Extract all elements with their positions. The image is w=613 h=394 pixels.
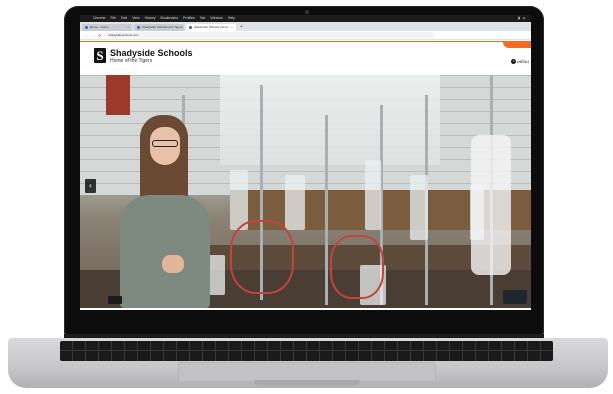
slider-prev-button[interactable]: ‹ xyxy=(85,179,96,193)
glasses xyxy=(152,140,178,147)
menu-help[interactable]: Help xyxy=(228,15,235,22)
menu-history[interactable]: History xyxy=(145,15,156,22)
url-input[interactable]: shadysideschools.com xyxy=(104,32,435,38)
menu-label: MENU xyxy=(517,59,529,64)
menu-bookmarks[interactable]: Bookmarks xyxy=(161,15,179,22)
new-tab-button[interactable]: + xyxy=(238,24,245,31)
menu-tab[interactable]: Tab xyxy=(200,15,206,22)
school-name[interactable]: Shadyside Schools xyxy=(110,48,193,58)
hero-slider: ‹ xyxy=(80,75,531,308)
hamburger-icon: ≡ xyxy=(511,59,517,64)
menu-profiles[interactable]: Profiles xyxy=(183,15,195,22)
lab-flask xyxy=(230,170,248,230)
screen: Chrome File Edit View History Bookmarks … xyxy=(80,15,531,310)
lab-flask xyxy=(365,160,381,230)
lab-coat-figure xyxy=(471,135,511,275)
slider-pause-button[interactable] xyxy=(108,296,122,304)
close-tab-icon[interactable]: × xyxy=(127,24,129,31)
site-header: S Shadyside Schools Home of the Tigers ≡… xyxy=(80,41,531,75)
student-hand xyxy=(162,255,184,273)
base-notch xyxy=(254,380,360,385)
back-button[interactable]: ← xyxy=(84,33,88,38)
school-tagline: Home of the Tigers xyxy=(110,58,153,64)
tab-shadyside-tigers[interactable]: Shadyside Schools and Tigers × xyxy=(134,24,184,31)
favicon-icon xyxy=(85,26,88,29)
tab-label: Shadyside Schools and Tigers xyxy=(142,25,183,29)
menu-window[interactable]: Window xyxy=(210,15,222,22)
lab-flask xyxy=(285,175,305,230)
red-tubing xyxy=(230,220,294,294)
status-icon[interactable]: ▮ xyxy=(518,15,520,22)
favicon-icon xyxy=(189,26,192,29)
brand-tab xyxy=(503,41,531,48)
laptop: Chrome File Edit View History Bookmarks … xyxy=(0,0,613,394)
school-logo[interactable]: S xyxy=(94,48,106,63)
menu-file[interactable]: File xyxy=(110,15,116,22)
brand-line xyxy=(80,41,531,42)
close-tab-icon[interactable]: × xyxy=(231,24,233,31)
favicon-icon xyxy=(137,26,140,29)
slider-control[interactable] xyxy=(503,290,527,304)
camera-icon xyxy=(305,10,309,14)
lab-window xyxy=(220,75,440,165)
menu-button[interactable]: ≡ MENU xyxy=(511,59,529,64)
menu-edit[interactable]: Edit xyxy=(121,15,127,22)
tab-home[interactable]: Home - Home × xyxy=(82,24,132,31)
menu-view[interactable]: View xyxy=(132,15,140,22)
forward-button[interactable]: → xyxy=(91,33,95,38)
student xyxy=(102,115,212,308)
tab-label: Shadyside Schools Home xyxy=(194,25,229,29)
reload-button[interactable]: ⟳ xyxy=(98,33,101,38)
status-icon[interactable]: ● xyxy=(523,15,525,22)
trackpad xyxy=(178,362,436,382)
os-menubar: Chrome File Edit View History Bookmarks … xyxy=(80,15,531,22)
menu-chrome[interactable]: Chrome xyxy=(93,15,105,22)
red-tubing xyxy=(330,235,384,299)
address-bar-row: ← → ⟳ shadysideschools.com xyxy=(80,31,531,40)
red-pipe xyxy=(106,75,130,115)
status-icons: ▮ ● xyxy=(518,15,531,22)
lab-rod xyxy=(325,115,328,305)
keyboard xyxy=(60,341,553,361)
student-shirt xyxy=(120,195,210,308)
tab-strip: Home - Home × Shadyside Schools and Tige… xyxy=(80,22,531,31)
tab-shadyside-home[interactable]: Shadyside Schools Home × xyxy=(186,24,236,31)
lab-flask xyxy=(410,175,428,240)
tab-label: Home - Home xyxy=(90,25,109,29)
